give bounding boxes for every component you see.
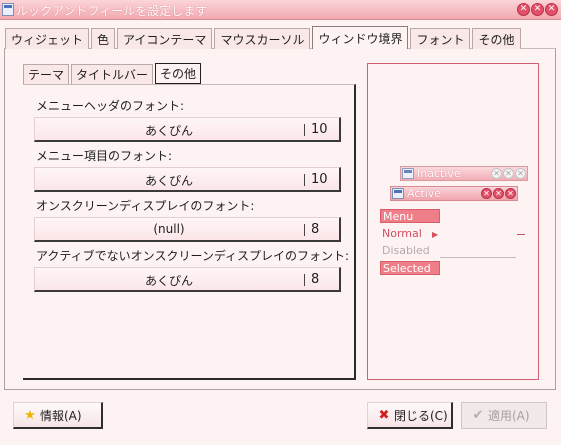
theme-preview: Inactive ✕ ✕ ✕ Active ✕ ✕ ✕ Menu Normal … — [367, 63, 539, 380]
window-controls: ✕ ✕ ✕ — [517, 3, 558, 16]
title-bar: ルックアンドフィールを設定します ✕ ✕ ✕ — [0, 0, 561, 20]
subtab-other[interactable]: その他 — [155, 63, 202, 84]
preview-close-icon: ✕ — [481, 188, 492, 199]
tab-icon-theme[interactable]: アイコンテーマ — [117, 28, 213, 49]
submenu-arrow-icon: ▶ — [432, 230, 439, 239]
sub-tabs: テーマ タイトルバー その他 — [23, 63, 203, 84]
preview-menu-normal: Normal — [382, 227, 422, 240]
tab-colors[interactable]: 色 — [91, 28, 116, 49]
x-icon: ✖ — [378, 407, 390, 423]
minimize-button[interactable]: ✕ — [517, 3, 530, 16]
subtab-theme[interactable]: テーマ — [23, 64, 70, 84]
preview-separator — [440, 257, 516, 258]
tab-mouse-cursor[interactable]: マウスカーソル — [214, 28, 311, 49]
tab-fonts[interactable]: フォント — [410, 28, 471, 49]
tab-window-border[interactable]: ウィンドウ境界 — [312, 26, 409, 49]
apply-button[interactable]: ✔ 適用(A) — [461, 402, 547, 429]
font-separator — [304, 224, 305, 236]
apply-button-label: 適用(A) — [488, 409, 530, 423]
preview-active-controls: ✕ ✕ ✕ — [481, 188, 516, 199]
preview-separator — [517, 234, 525, 235]
font-name: あくぴん — [144, 124, 193, 138]
font-separator — [304, 274, 305, 286]
preview-window-icon — [392, 188, 404, 199]
close-button-label: 閉じる(C) — [394, 408, 448, 423]
close-window-button[interactable]: ✕ — [545, 3, 558, 16]
close-button[interactable]: ✖ 閉じる(C) — [367, 402, 453, 429]
inactive-osd-font-label: アクティブでないオンスクリーンディスプレイのフォント: — [36, 249, 350, 263]
menu-item-font-label: メニュー項目のフォント: — [36, 149, 173, 163]
font-size: 8 — [311, 222, 320, 237]
font-name: (null) — [153, 222, 185, 236]
preview-close-icon: ✕ — [493, 188, 504, 199]
menu-item-font-button[interactable]: あくぴん 10 — [34, 167, 341, 192]
menu-header-font-button[interactable]: あくぴん 10 — [34, 117, 341, 142]
preview-close-icon: ✕ — [505, 188, 516, 199]
menu-header-font-label: メニューヘッダのフォント: — [36, 99, 185, 113]
osd-font-label: オンスクリーンディスプレイのフォント: — [36, 199, 255, 213]
info-button[interactable]: ★ 情報(A) — [13, 402, 103, 429]
preview-menu: Menu Normal ▶ Disabled Selected — [380, 209, 530, 279]
preview-close-icon: ✕ — [503, 168, 514, 179]
check-icon: ✔ — [472, 408, 484, 423]
tab-widgets[interactable]: ウィジェット — [5, 28, 90, 49]
preview-menu-selected: Selected — [380, 261, 440, 275]
preview-inactive-title: Inactive — [417, 167, 461, 180]
preview-inactive-controls: ✕ ✕ ✕ — [491, 168, 526, 179]
preview-window-icon — [402, 168, 414, 179]
osd-font-button[interactable]: (null) 8 — [34, 217, 341, 242]
preview-close-icon: ✕ — [515, 168, 526, 179]
font-separator — [304, 174, 305, 186]
font-name: あくぴん — [144, 274, 193, 288]
font-size: 10 — [311, 172, 328, 187]
info-button-label: 情報(A) — [40, 408, 82, 423]
inactive-osd-font-button[interactable]: あくぴん 8 — [34, 267, 341, 292]
star-icon: ★ — [24, 407, 36, 423]
main-tabs: ウィジェット 色 アイコンテーマ マウスカーソル ウィンドウ境界 フォント その… — [5, 26, 523, 49]
preview-active-window: Active ✕ ✕ ✕ — [390, 186, 518, 201]
preview-menu-disabled: Disabled — [382, 244, 430, 257]
tab-other[interactable]: その他 — [472, 28, 521, 49]
preview-menu-header: Menu — [380, 209, 440, 223]
font-separator — [304, 124, 305, 136]
subtab-titlebar[interactable]: タイトルバー — [71, 64, 154, 84]
font-size: 8 — [311, 272, 320, 287]
preview-close-icon: ✕ — [491, 168, 502, 179]
preview-active-title: Active — [407, 187, 442, 200]
maximize-button[interactable]: ✕ — [531, 3, 544, 16]
preview-inactive-window: Inactive ✕ ✕ ✕ — [400, 166, 528, 181]
window-app-icon — [2, 3, 14, 16]
font-size: 10 — [311, 122, 328, 137]
window-title: ルックアンドフィールを設定します — [16, 4, 208, 18]
font-name: あくぴん — [144, 174, 193, 188]
